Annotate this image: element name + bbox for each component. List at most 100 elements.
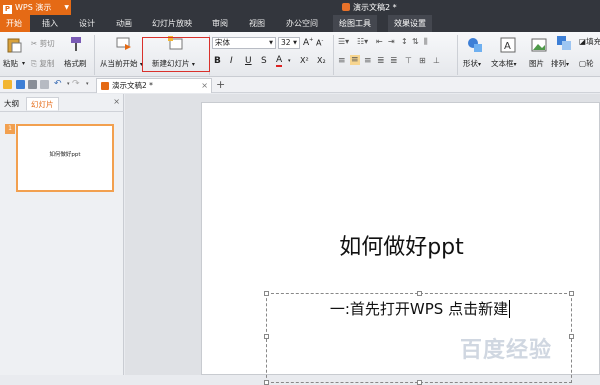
tab-drawing-tools[interactable]: 绘图工具 [333, 15, 377, 32]
columns-icon[interactable]: ⫼ [424, 37, 428, 47]
open-folder-icon[interactable] [3, 80, 12, 89]
ribbon-separator [457, 35, 458, 75]
font-size-select[interactable]: 32 ▼ [278, 37, 300, 49]
text-direction-icon[interactable]: ⇅ [412, 37, 419, 46]
resize-handle[interactable] [264, 380, 269, 385]
fill-button[interactable]: ◪填充 [579, 36, 600, 47]
textbox-icon[interactable]: A [500, 37, 516, 53]
textbox-label: 文本框 [491, 59, 514, 68]
svg-text:A: A [504, 41, 511, 52]
shapes-button[interactable]: 形状▾ [463, 58, 481, 69]
bullets-icon[interactable]: ☰▾ [338, 37, 349, 46]
print-icon[interactable] [28, 80, 37, 89]
line-spacing-icon[interactable]: ↕ [401, 37, 408, 46]
increase-indent-icon[interactable]: ⇥ [388, 37, 395, 46]
chevron-down-icon: ▾ [478, 61, 482, 68]
tab-insert[interactable]: 插入 [36, 15, 64, 32]
paste-dropdown-icon[interactable]: ▾ [22, 60, 25, 67]
close-icon[interactable]: × [113, 97, 120, 106]
text-cursor [509, 300, 511, 318]
outline-label: 轮 [586, 59, 594, 68]
resize-handle[interactable] [264, 291, 269, 296]
arrange-icon[interactable] [556, 35, 572, 51]
bold-button[interactable]: B [214, 56, 221, 66]
tab-office-space[interactable]: 办公空间 [280, 15, 324, 32]
paste-icon[interactable] [6, 37, 22, 53]
ribbon-separator [333, 35, 334, 75]
shapes-icon[interactable] [467, 37, 483, 53]
thumbnail-title: 如何做好ppt [49, 152, 81, 158]
distributed-icon[interactable]: ≣ [390, 56, 398, 66]
chevron-down-icon[interactable]: ▾ [86, 81, 89, 87]
superscript-button[interactable]: X² [300, 56, 309, 65]
cut-button[interactable]: ✂ 剪切 [31, 38, 55, 49]
align-right-icon[interactable]: ≡ [364, 56, 372, 66]
justify-icon[interactable]: ≣ [377, 56, 385, 66]
print-preview-icon[interactable] [40, 80, 49, 89]
format-painter-button[interactable]: 格式刷 [64, 58, 87, 69]
tab-outline[interactable]: 大纲 [0, 97, 23, 111]
underline-button[interactable]: U [245, 56, 252, 66]
save-icon[interactable] [16, 80, 25, 89]
resize-handle[interactable] [569, 334, 574, 339]
slide-thumbnail[interactable]: 如何做好ppt [16, 124, 114, 192]
document-tab[interactable]: 演示文稿2 * × [96, 78, 212, 93]
tab-home[interactable]: 开始 [0, 15, 30, 32]
fill-label: 填充 [586, 37, 600, 46]
paste-button[interactable]: 粘贴 [3, 58, 18, 69]
grow-font-button[interactable]: A+ [303, 37, 313, 48]
close-icon[interactable]: × [201, 79, 208, 93]
arrange-button[interactable]: 排列▾ [551, 58, 569, 69]
slide-body-text[interactable]: 一:首先打开WPS 点击新建 [267, 298, 573, 319]
italic-button[interactable]: I [230, 56, 233, 66]
numbering-icon[interactable]: ☷▾ [357, 37, 368, 46]
align-center-icon[interactable]: ≡ [350, 55, 360, 65]
decrease-indent-icon[interactable]: ⇤ [376, 37, 383, 46]
copy-button[interactable]: ⎘ 复制 [31, 58, 54, 69]
format-painter-icon[interactable] [68, 36, 84, 52]
slides-panel: 大纲 幻灯片 × 1 如何做好ppt [0, 94, 124, 375]
resize-handle[interactable] [417, 291, 422, 296]
align-bottom-icon[interactable]: ⊥ [433, 56, 440, 65]
tab-view[interactable]: 视图 [243, 15, 271, 32]
outline-button[interactable]: ▢轮 [579, 58, 594, 69]
scissors-icon: ✂ [31, 39, 38, 48]
tab-review[interactable]: 审阅 [206, 15, 234, 32]
undo-icon[interactable]: ↶ [54, 79, 62, 89]
align-left-icon[interactable]: ≡ [338, 56, 346, 66]
subscript-button[interactable]: X₂ [317, 56, 326, 65]
slide-title[interactable]: 如何做好ppt [202, 229, 600, 261]
resize-handle[interactable] [569, 291, 574, 296]
align-top-icon[interactable]: ⊤ [405, 56, 412, 65]
from-current-button[interactable]: 从当前开始 ▾ [100, 58, 143, 69]
tab-design[interactable]: 设计 [73, 15, 101, 32]
align-middle-icon[interactable]: ⊞ [419, 56, 426, 65]
quick-access-toolbar: ↶ ▾ ↷ ▾ [0, 77, 600, 93]
chevron-down-icon[interactable]: ▾ [288, 58, 291, 64]
body-text-content: 一:首先打开WPS 点击新建 [329, 300, 509, 318]
chevron-down-icon: ▼ [293, 40, 297, 46]
shadow-button[interactable]: S [261, 56, 267, 66]
copy-icon: ⎘ [31, 59, 37, 68]
tab-effect-settings[interactable]: 效果设置 [388, 15, 432, 32]
panel-tabs: 大纲 幻灯片 × [0, 94, 124, 112]
redo-icon[interactable]: ↷ [72, 79, 80, 89]
shrink-font-button[interactable]: A- [316, 38, 323, 48]
textbox-button[interactable]: 文本框▾ [491, 58, 517, 69]
picture-button[interactable]: 图片 [529, 58, 544, 69]
new-tab-plus-icon[interactable]: + [216, 78, 225, 91]
title-bar: P WPS 演示 ▼ 演示文稿2 * [0, 0, 600, 15]
copy-label: 复制 [39, 59, 55, 68]
picture-icon[interactable] [531, 37, 547, 53]
chevron-down-icon[interactable]: ▾ [67, 81, 70, 87]
font-name-select[interactable]: 宋体 ▼ [212, 37, 276, 49]
resize-handle[interactable] [264, 334, 269, 339]
font-color-button[interactable]: A [276, 55, 283, 67]
app-menu-button[interactable]: P WPS 演示 ▼ [0, 0, 71, 15]
resize-handle[interactable] [417, 380, 422, 385]
tab-slideshow[interactable]: 幻灯片放映 [146, 15, 198, 32]
tab-slides[interactable]: 幻灯片 [26, 97, 59, 111]
play-from-current-icon[interactable] [116, 36, 132, 52]
chevron-down-icon: ▼ [269, 40, 273, 46]
tab-animation[interactable]: 动画 [110, 15, 138, 32]
